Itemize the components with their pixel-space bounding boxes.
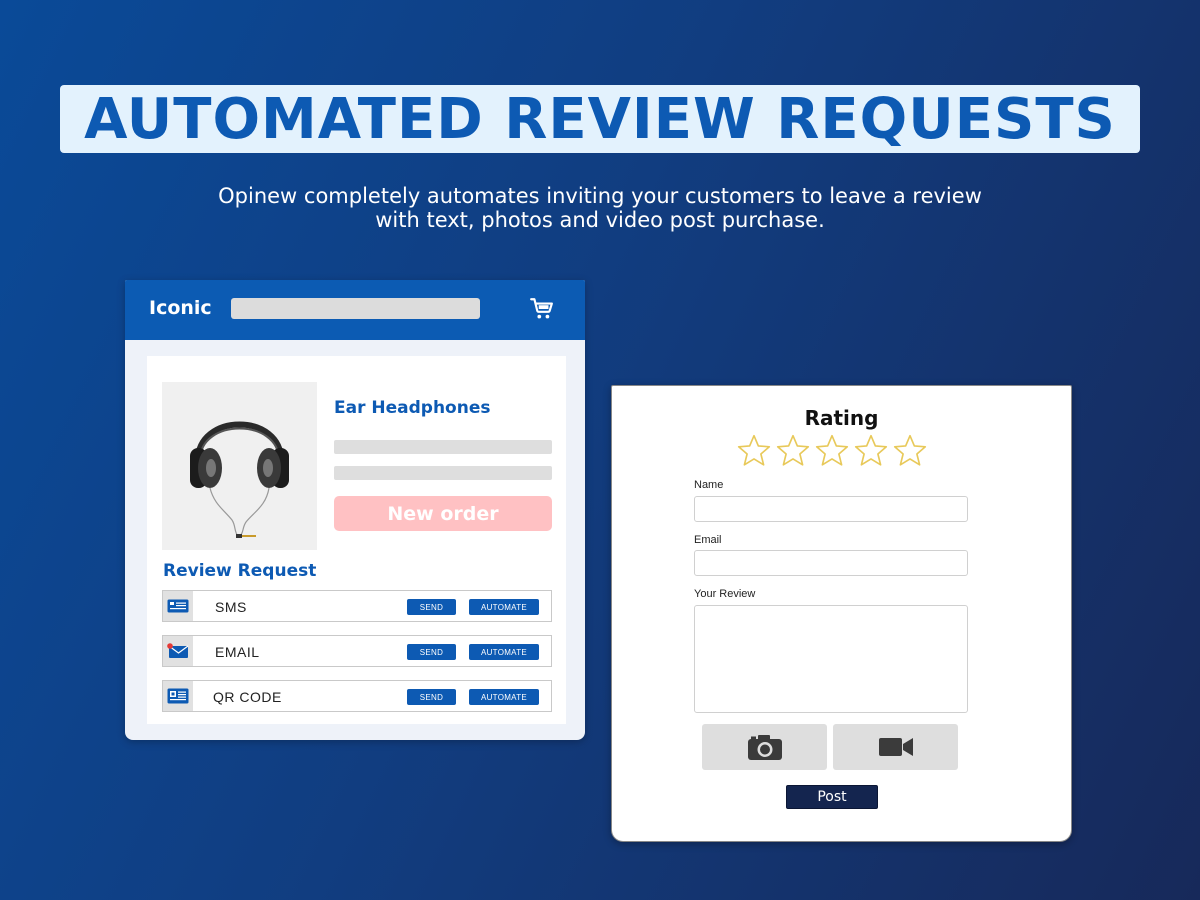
channel-row-sms: SMS SEND AUTOMATE [162, 590, 552, 622]
subtitle-line-1: Opinew completely automates inviting you… [218, 184, 982, 208]
channel-label-sms: SMS [215, 599, 247, 615]
sms-icon [163, 591, 193, 621]
name-label: Name [694, 479, 724, 491]
product-panel: Ear Headphones New order Review Request … [147, 356, 566, 724]
email-icon [163, 636, 193, 666]
name-field[interactable] [694, 496, 968, 522]
add-video-button[interactable] [833, 724, 958, 770]
product-image[interactable] [162, 382, 317, 550]
search-bar[interactable] [231, 298, 480, 319]
headline-text: AUTOMATED REVIEW REQUESTS [84, 86, 1116, 152]
review-form-card: Rating Name Email Your Review Post [611, 385, 1072, 842]
new-order-button[interactable]: New order [334, 496, 552, 531]
channel-row-email: EMAIL SEND AUTOMATE [162, 635, 552, 667]
store-brand[interactable]: Iconic [149, 297, 212, 319]
qr-code-icon [163, 681, 193, 711]
subtitle: Opinew completely automates inviting you… [200, 184, 1000, 232]
star-icon-4[interactable] [853, 433, 889, 469]
star-icon-3[interactable] [814, 433, 850, 469]
store-header: Iconic [125, 280, 585, 340]
shopping-cart-icon[interactable] [529, 296, 555, 322]
add-photo-button[interactable] [702, 724, 827, 770]
channel-label-qr-code: QR CODE [213, 689, 282, 705]
product-name[interactable]: Ear Headphones [334, 398, 491, 418]
review-textarea[interactable] [694, 605, 968, 713]
automate-sms-button[interactable]: AUTOMATE [469, 599, 539, 615]
camera-icon [747, 735, 782, 760]
star-icon-1[interactable] [736, 433, 772, 469]
channel-row-qr-code: QR CODE SEND AUTOMATE [162, 680, 552, 712]
store-card: Iconic Ear Headphones New order Review R… [125, 280, 585, 740]
automate-email-button[interactable]: AUTOMATE [469, 644, 539, 660]
email-field[interactable] [694, 550, 968, 576]
star-icon-2[interactable] [775, 433, 811, 469]
rating-title: Rating [804, 406, 879, 430]
headphones-icon [190, 421, 289, 538]
subtitle-line-2: with text, photos and video post purchas… [375, 208, 825, 232]
email-label: Email [694, 534, 722, 546]
channel-label-email: EMAIL [215, 644, 260, 660]
star-rating [736, 433, 931, 469]
video-camera-icon [878, 738, 913, 756]
automate-qr-code-button[interactable]: AUTOMATE [469, 689, 539, 705]
headline-banner: AUTOMATED REVIEW REQUESTS [60, 85, 1140, 153]
post-button[interactable]: Post [786, 785, 878, 809]
send-email-button[interactable]: SEND [407, 644, 456, 660]
send-qr-code-button[interactable]: SEND [407, 689, 456, 705]
review-request-title: Review Request [163, 561, 317, 581]
send-sms-button[interactable]: SEND [407, 599, 456, 615]
review-label: Your Review [694, 588, 756, 600]
star-icon-5[interactable] [892, 433, 928, 469]
product-price-placeholder [334, 466, 552, 480]
product-description-placeholder [334, 440, 552, 454]
